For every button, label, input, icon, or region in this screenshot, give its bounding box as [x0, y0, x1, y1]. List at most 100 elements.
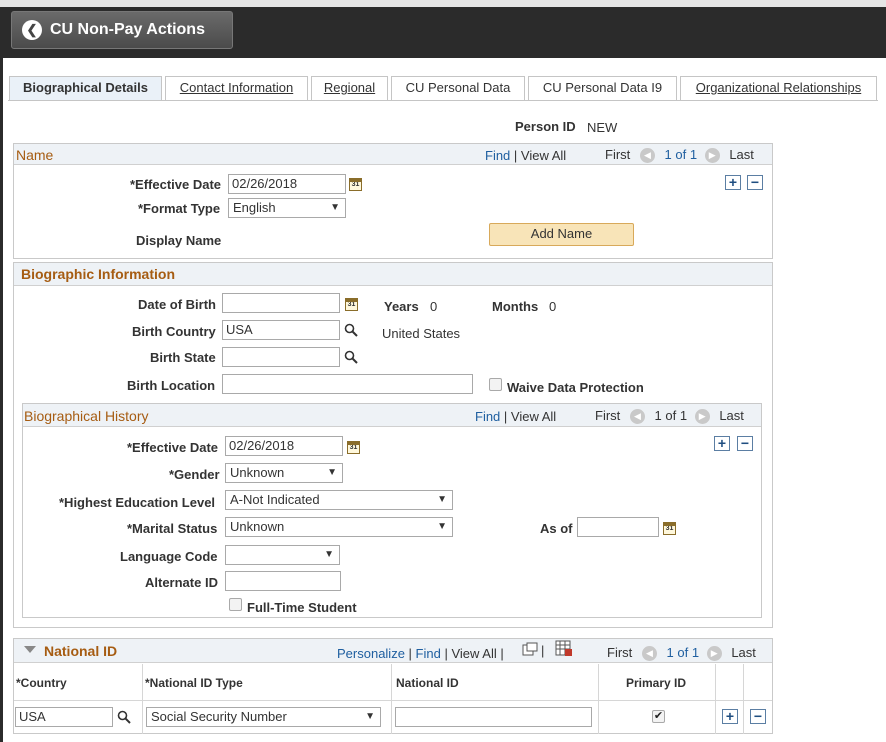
delete-row-icon[interactable]: −	[747, 175, 763, 190]
as-of-label: As of	[540, 521, 573, 536]
birth-country-input[interactable]: USA	[222, 320, 340, 340]
alternate-id-input[interactable]	[225, 571, 341, 591]
count-label: 1 of 1	[664, 147, 698, 162]
next-icon[interactable]: ▶	[704, 148, 720, 164]
birth-state-input[interactable]	[222, 347, 340, 367]
country-input[interactable]: USA	[15, 707, 113, 727]
col-national-id-type: *National ID Type	[145, 676, 243, 690]
find-link[interactable]: Find	[485, 148, 510, 163]
name-effective-date-input[interactable]: 02/26/2018	[228, 174, 346, 194]
dob-input[interactable]	[222, 293, 340, 313]
name-section-title: Name	[16, 147, 54, 163]
history-effective-date-input[interactable]: 02/26/2018	[225, 436, 343, 456]
marital-status-value: Unknown	[230, 519, 285, 534]
tab-biographical-details[interactable]: Biographical Details	[9, 76, 162, 101]
find-link[interactable]: Find	[475, 409, 500, 424]
language-code-select[interactable]: ▼	[225, 545, 340, 565]
name-nav: Find | View All	[485, 148, 567, 163]
birth-country-description: United States	[382, 326, 461, 341]
tab-label: Regional	[323, 80, 376, 95]
calendar-icon[interactable]: 31	[349, 178, 362, 191]
tab-label: Biographical Details	[23, 80, 148, 95]
alternate-id-label: Alternate ID	[145, 575, 218, 590]
tab-label: Organizational Relationships	[695, 80, 862, 95]
tab-organizational-relationships[interactable]: Organizational Relationships	[680, 76, 877, 100]
gender-value: Unknown	[230, 465, 285, 480]
tab-label: CU Personal Data I9	[542, 80, 663, 95]
history-effective-date-label: *Effective Date	[127, 440, 219, 455]
years-value: 0	[430, 299, 438, 314]
format-type-value: English	[233, 200, 276, 215]
years-label: Years	[384, 299, 419, 314]
months-value: 0	[549, 299, 557, 314]
full-time-student-checkbox[interactable]	[229, 598, 242, 611]
search-icon[interactable]	[344, 323, 358, 337]
last-label: Last	[731, 645, 756, 660]
biographical-history-title: Biographical History	[24, 408, 149, 424]
delete-row-icon[interactable]: −	[737, 436, 753, 451]
waive-data-protection-checkbox[interactable]	[489, 378, 502, 391]
delete-row-icon[interactable]: −	[750, 709, 766, 724]
national-id-type-value: Social Security Number	[151, 709, 287, 724]
prev-icon[interactable]: ◀	[639, 148, 655, 164]
view-all-link[interactable]: View All	[521, 148, 566, 163]
name-effective-date-label: *Effective Date	[130, 177, 222, 192]
add-row-icon[interactable]: +	[714, 436, 730, 451]
format-type-select[interactable]: English ▼	[228, 198, 346, 218]
tab-contact-information[interactable]: Contact Information	[165, 76, 308, 100]
find-link[interactable]: Find	[416, 646, 441, 661]
search-icon[interactable]	[117, 710, 131, 724]
birth-country-label: Birth Country	[132, 324, 216, 339]
chevron-down-icon: ▼	[437, 494, 447, 505]
tab-cu-personal-data[interactable]: CU Personal Data	[391, 76, 525, 100]
view-all-link[interactable]: View All	[511, 409, 556, 424]
next-icon[interactable]: ▶	[694, 409, 710, 425]
national-id-input[interactable]	[395, 707, 592, 727]
education-select[interactable]: A-Not Indicated ▼	[225, 490, 453, 510]
name-pager: First ◀ 1 of 1 ▶ Last	[605, 147, 754, 164]
add-row-icon[interactable]: +	[725, 175, 741, 190]
prev-icon[interactable]: ◀	[641, 646, 657, 662]
chevron-down-icon: ▼	[330, 202, 340, 213]
tab-regional[interactable]: Regional	[311, 76, 388, 100]
add-name-button[interactable]: Add Name	[489, 223, 634, 246]
national-id-pager: First ◀ 1 of 1 ▶ Last	[607, 645, 756, 662]
calendar-icon[interactable]: 31	[345, 298, 358, 311]
view-all-link[interactable]: View All	[451, 646, 496, 661]
collapse-icon[interactable]	[24, 646, 36, 653]
chevron-down-icon: ▼	[437, 521, 447, 532]
marital-status-select[interactable]: Unknown ▼	[225, 517, 453, 537]
primary-id-checkbox[interactable]: ✔	[652, 710, 665, 723]
national-id-type-select[interactable]: Social Security Number ▼	[146, 707, 381, 727]
grid-col-divider	[599, 664, 716, 734]
count-label: 1 of 1	[654, 408, 688, 423]
first-label: First	[607, 645, 633, 660]
person-id-label: Person ID	[515, 119, 576, 134]
national-id-title: National ID	[44, 643, 118, 659]
full-time-student-label: Full-Time Student	[247, 600, 357, 615]
add-row-icon[interactable]: +	[722, 709, 738, 724]
next-icon[interactable]: ▶	[706, 646, 722, 662]
back-button[interactable]: ❮ CU Non-Pay Actions	[11, 11, 233, 49]
history-pager: First ◀ 1 of 1 ▶ Last	[595, 408, 744, 425]
birth-state-label: Birth State	[150, 350, 216, 365]
gender-label: *Gender	[169, 467, 220, 482]
prev-icon[interactable]: ◀	[629, 409, 645, 425]
search-icon[interactable]	[344, 350, 358, 364]
birth-location-input[interactable]	[222, 374, 473, 394]
dob-label: Date of Birth	[138, 297, 216, 312]
back-button-label: CU Non-Pay Actions	[50, 21, 205, 38]
calendar-icon[interactable]: 31	[347, 441, 360, 454]
gender-select[interactable]: Unknown ▼	[225, 463, 343, 483]
download-grid-icon[interactable]	[555, 640, 573, 657]
personalize-link[interactable]: Personalize	[337, 646, 405, 661]
chevron-down-icon: ▼	[327, 467, 337, 478]
tab-label: CU Personal Data	[405, 80, 511, 95]
left-edge	[0, 58, 3, 742]
tab-cu-personal-data-i9[interactable]: CU Personal Data I9	[528, 76, 677, 100]
as-of-input[interactable]	[577, 517, 659, 537]
new-window-icon[interactable]	[522, 642, 538, 656]
calendar-icon[interactable]: 31	[663, 522, 676, 535]
display-name-label: Display Name	[136, 233, 222, 248]
col-national-id: National ID	[396, 676, 459, 690]
